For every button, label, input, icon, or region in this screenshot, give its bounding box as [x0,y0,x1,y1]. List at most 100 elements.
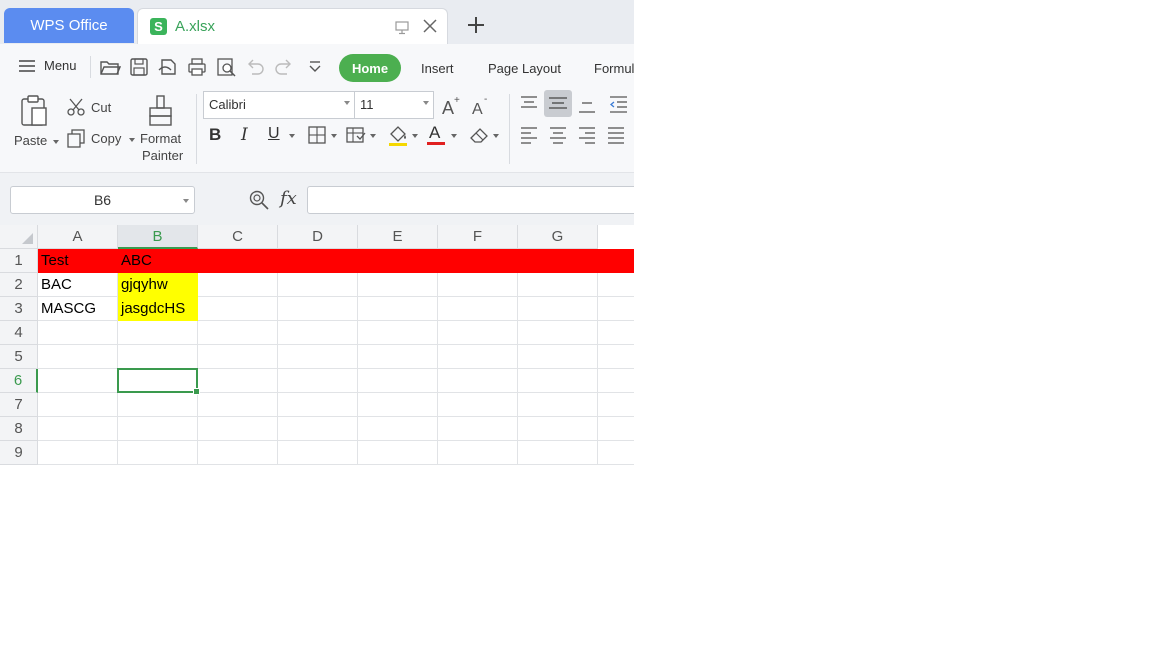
cut-scissors-icon[interactable] [66,97,86,117]
cell-f4[interactable] [438,321,518,345]
tab-file[interactable]: S A.xlsx [137,8,448,44]
column-header-e[interactable]: E [358,225,438,249]
insert-function-button[interactable]: fx [280,188,297,209]
cell-c2[interactable] [198,273,278,297]
cell-c9[interactable] [198,441,278,465]
fill-color-icon[interactable] [386,123,410,147]
align-left-icon[interactable] [518,124,540,146]
undo-icon[interactable] [244,56,266,78]
column-header-d[interactable]: D [278,225,358,249]
cell-b2[interactable]: gjqyhw [118,273,198,297]
eraser-icon[interactable] [468,124,490,146]
row-header-7[interactable]: 7 [0,393,38,417]
cell-f9[interactable] [438,441,518,465]
tab-formulas[interactable]: Formul [594,61,634,76]
cell-d7[interactable] [278,393,358,417]
cell-d9[interactable] [278,441,358,465]
row-header-6[interactable]: 6 [0,369,38,393]
cell-h2[interactable] [598,273,634,297]
cell-h9[interactable] [598,441,634,465]
cell-h7[interactable] [598,393,634,417]
column-header-f[interactable]: F [438,225,518,249]
open-folder-icon[interactable] [99,56,121,78]
cell-c6[interactable] [198,369,278,393]
tab-insert[interactable]: Insert [421,61,454,76]
cell-a6[interactable] [38,369,118,393]
increase-font-size-icon[interactable]: A + [441,94,463,116]
cell-g7[interactable] [518,393,598,417]
close-tab-icon[interactable] [421,17,439,35]
conditional-format-icon[interactable] [345,125,367,145]
fill-handle[interactable] [193,388,200,395]
cell-f8[interactable] [438,417,518,441]
cell-e4[interactable] [358,321,438,345]
cell-d6[interactable] [278,369,358,393]
cell-e5[interactable] [358,345,438,369]
bold-button[interactable]: B [209,125,221,145]
decrease-indent-icon[interactable] [607,93,629,115]
cell-c5[interactable] [198,345,278,369]
cell-a9[interactable] [38,441,118,465]
zoom-search-icon[interactable] [248,189,270,211]
cell-b4[interactable] [118,321,198,345]
formula-input[interactable] [307,186,634,214]
cut-button[interactable]: Cut [91,100,111,115]
select-all-corner[interactable] [0,225,38,249]
fill-color-dropdown-icon[interactable] [412,134,418,138]
format-painter-button[interactable]: Format [140,131,181,146]
column-header-b[interactable]: B [118,225,198,249]
font-size-select[interactable]: 11 [354,91,434,119]
cell-d5[interactable] [278,345,358,369]
cell-d4[interactable] [278,321,358,345]
name-box[interactable]: B6 [10,186,195,214]
cell-e1[interactable] [358,249,438,273]
row-header-2[interactable]: 2 [0,273,38,297]
cell-c8[interactable] [198,417,278,441]
font-name-select[interactable]: Calibri [203,91,355,119]
print-icon[interactable] [186,56,208,78]
underline-dropdown-icon[interactable] [289,134,295,138]
column-header-a[interactable]: A [38,225,118,249]
cell-g8[interactable] [518,417,598,441]
font-color-button[interactable]: A [429,123,440,143]
cell-e9[interactable] [358,441,438,465]
row-header-1[interactable]: 1 [0,249,38,273]
cell-g3[interactable] [518,297,598,321]
align-middle-button[interactable] [544,90,572,117]
copy-button[interactable]: Copy [91,131,135,146]
justify-icon[interactable] [605,124,627,146]
menu-button[interactable]: Menu [18,58,77,73]
align-right-icon[interactable] [576,124,598,146]
italic-button[interactable]: I [241,125,248,145]
cell-b8[interactable] [118,417,198,441]
tab-page-layout[interactable]: Page Layout [488,61,561,76]
cell-a4[interactable] [38,321,118,345]
cell-a1[interactable]: Test [38,249,118,273]
cell-h5[interactable] [598,345,634,369]
active-cell-selection[interactable] [117,368,200,395]
cell-f1[interactable] [438,249,518,273]
cell-g9[interactable] [518,441,598,465]
tab-wps-office[interactable]: WPS Office [4,8,134,43]
paste-button[interactable]: Paste [14,133,59,148]
sheet-grid[interactable]: A B C D E F G 1 Test ABC 2 BAC gjqyhw 3 MASCG jasgdcHS 4… [0,225,634,470]
conditional-format-dropdown-icon[interactable] [370,134,376,138]
cell-d1[interactable] [278,249,358,273]
row-header-8[interactable]: 8 [0,417,38,441]
cell-f6[interactable] [438,369,518,393]
borders-icon[interactable] [307,125,327,145]
cell-f3[interactable] [438,297,518,321]
decrease-font-size-icon[interactable]: A - [471,94,493,116]
new-tab-plus-icon[interactable] [465,14,487,36]
font-color-dropdown-icon[interactable] [451,134,457,138]
cell-b7[interactable] [118,393,198,417]
column-header-g[interactable]: G [518,225,598,249]
cell-a8[interactable] [38,417,118,441]
tab-home[interactable]: Home [339,54,401,82]
row-header-3[interactable]: 3 [0,297,38,321]
cell-a3[interactable]: MASCG [38,297,118,321]
cell-f7[interactable] [438,393,518,417]
cell-f5[interactable] [438,345,518,369]
cell-h3[interactable] [598,297,634,321]
cell-e6[interactable] [358,369,438,393]
